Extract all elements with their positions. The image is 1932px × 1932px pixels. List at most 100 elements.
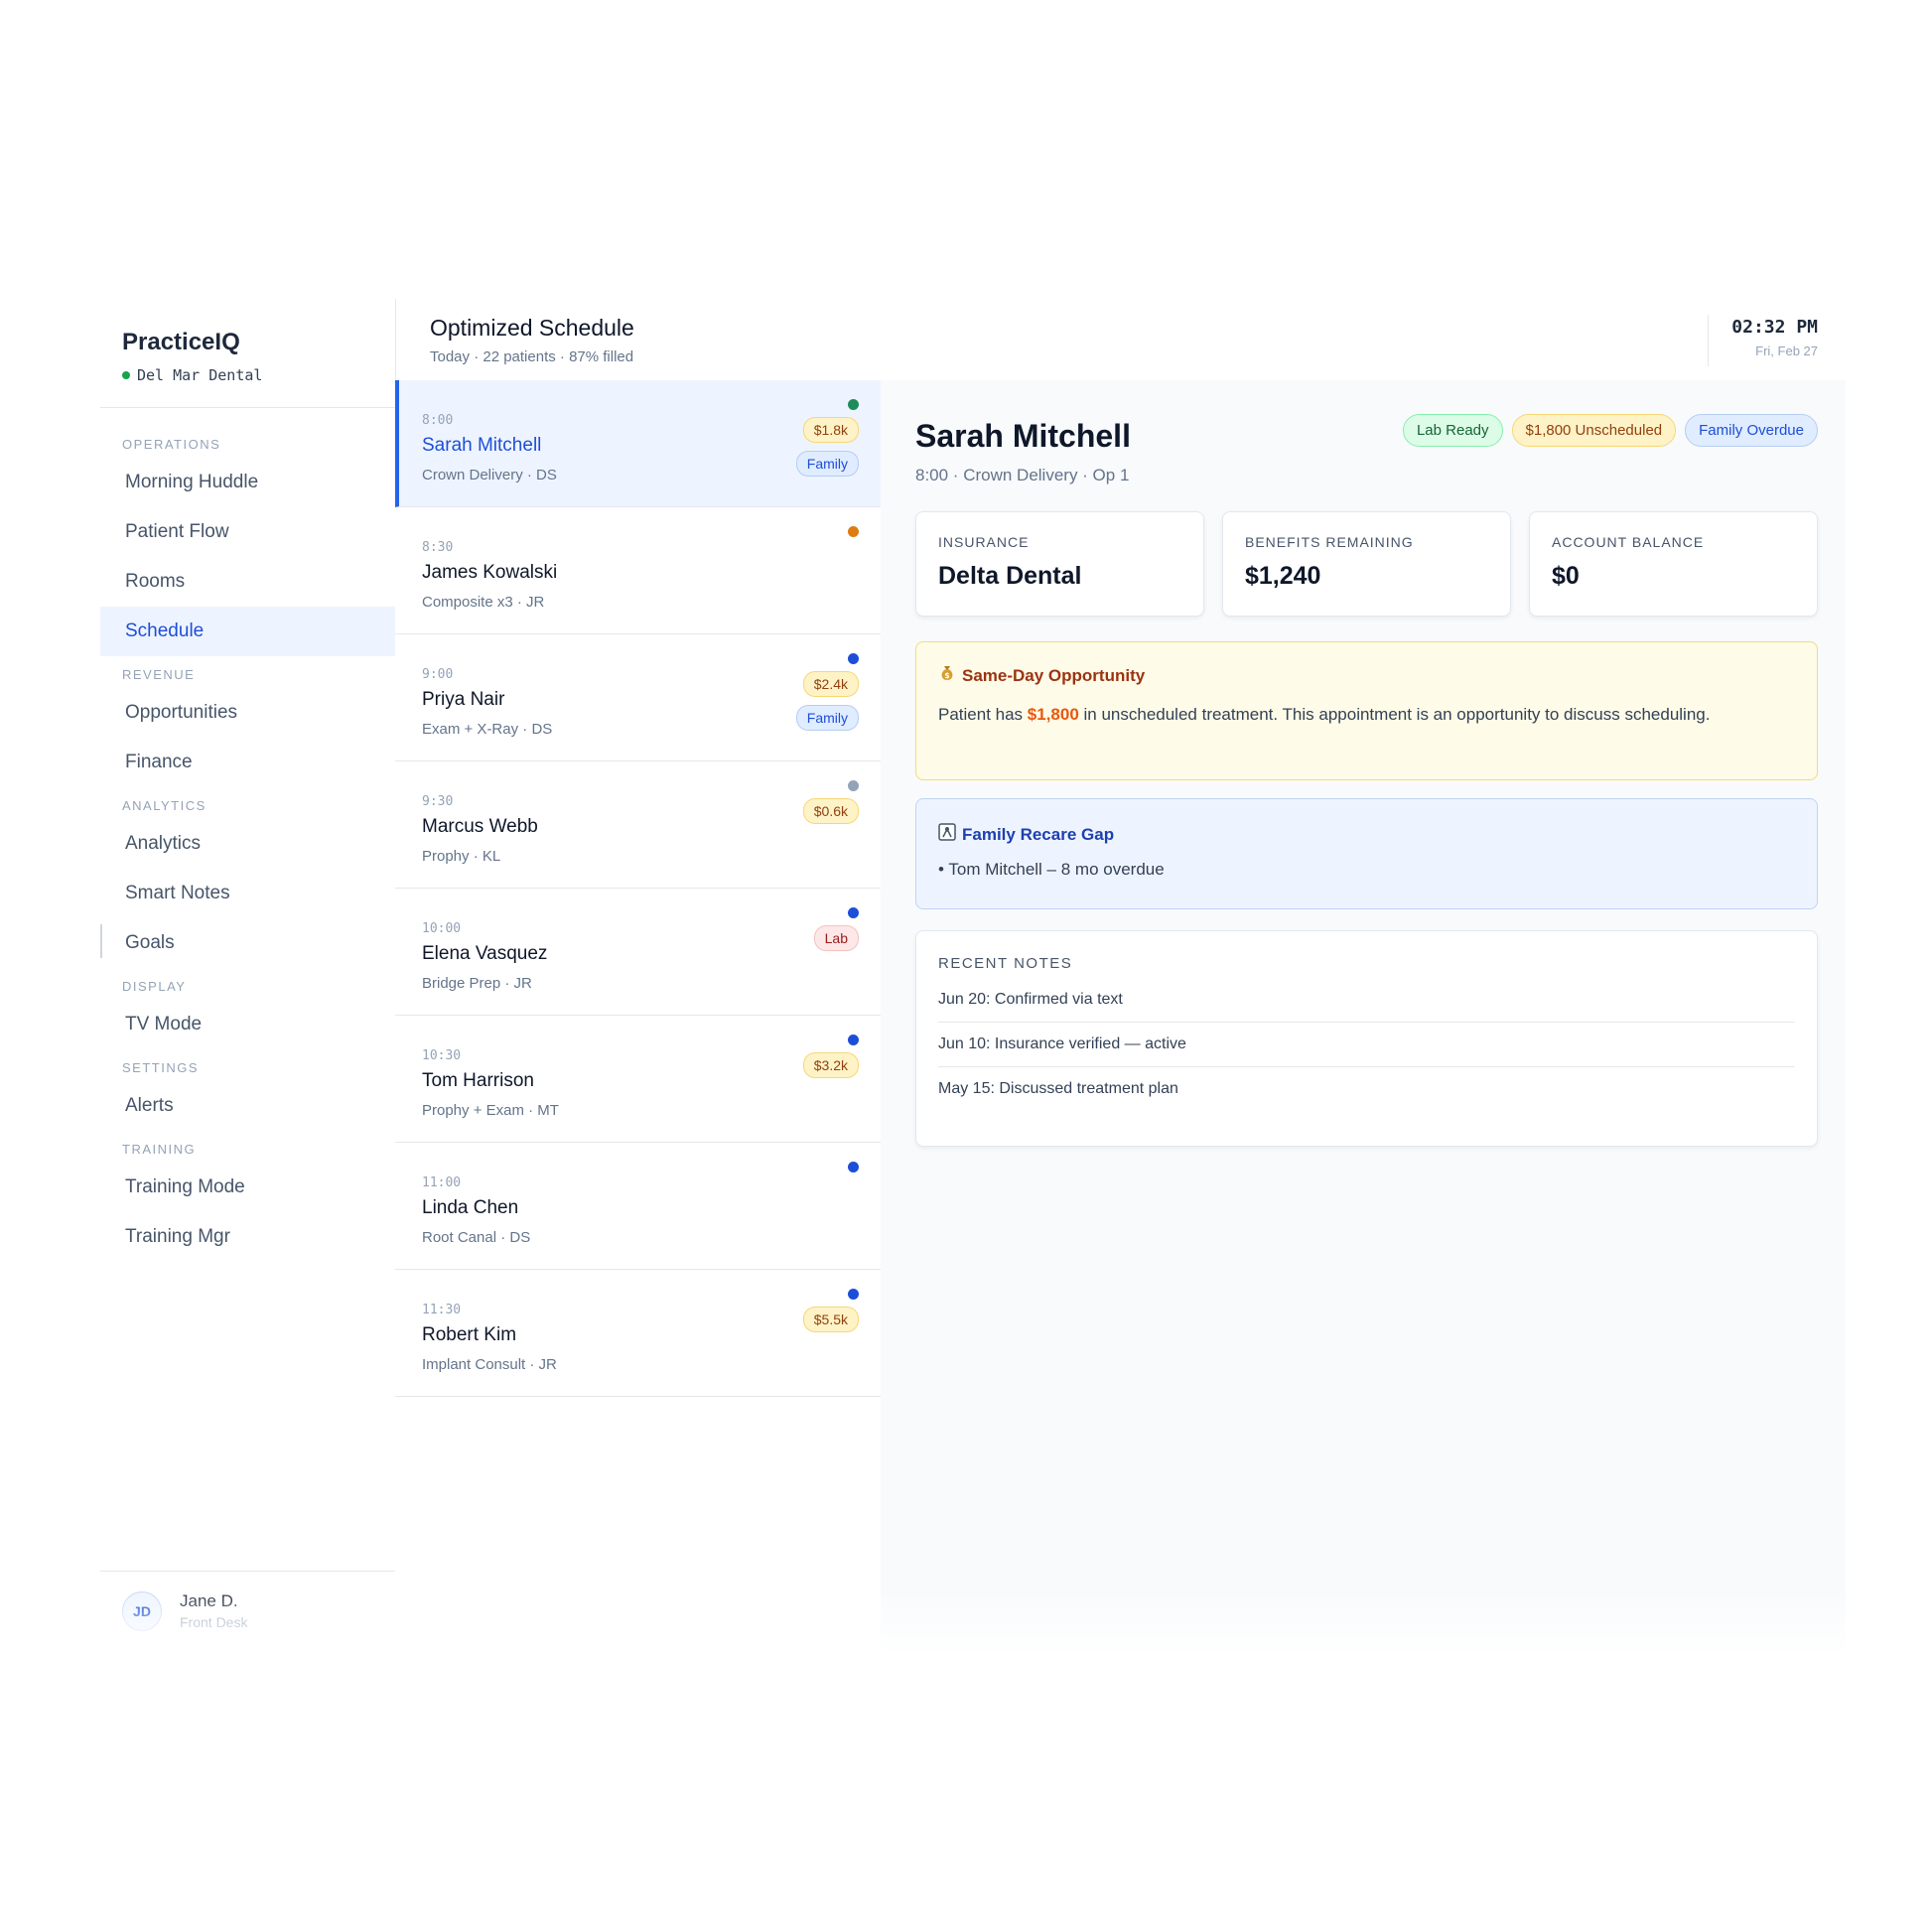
opportunity-body: Patient has $1,800 in unscheduled treatm… xyxy=(938,700,1772,729)
nav-section-revenue: REVENUE xyxy=(122,667,196,682)
page-title: Optimized Schedule xyxy=(430,315,634,341)
unscheduled-amount: $1,800 xyxy=(1027,705,1079,724)
recent-notes-panel: RECENT NOTES Jun 20: Confirmed via text J… xyxy=(915,930,1818,1147)
sidebar-nav: OPERATIONS Morning Huddle Patient Flow Room… xyxy=(100,408,395,1262)
nav-section-display: DISPLAY xyxy=(122,979,187,994)
opportunity-title: $ Same-Day Opportunity xyxy=(938,664,1795,687)
page-subtitle: Today · 22 patients · 87% filled xyxy=(430,348,634,365)
status-dot-icon xyxy=(848,1035,859,1045)
card-value: $1,240 xyxy=(1245,562,1321,590)
sidebar-item-tv-mode[interactable]: TV Mode xyxy=(100,1000,395,1049)
patient-row-procedure: Crown Delivery · DS xyxy=(422,467,557,483)
user-info: Jane D. Front Desk xyxy=(180,1591,247,1630)
recare-item: • Tom Mitchell – 8 mo overdue xyxy=(938,860,1165,879)
status-dot-icon xyxy=(848,907,859,918)
clock-time: 02:32 PM xyxy=(1731,317,1818,338)
patient-row[interactable]: 11:00 Linda Chen Root Canal · DS xyxy=(395,1143,881,1270)
appointment-time: 9:30 xyxy=(422,794,454,809)
status-dot-icon xyxy=(848,526,859,537)
note-item: Jun 10: Insurance verified — active xyxy=(938,1023,1795,1067)
patient-row-procedure: Exam + X-Ray · DS xyxy=(422,721,553,738)
patient-row-name: James Kowalski xyxy=(422,562,558,583)
card-label: ACCOUNT BALANCE xyxy=(1552,534,1705,550)
user-profile[interactable]: JD Jane D. Front Desk xyxy=(100,1571,395,1650)
recare-title-text: Family Recare Gap xyxy=(962,824,1115,844)
opportunity-amount-badge: $5.5k xyxy=(802,1307,859,1332)
brand-name: PracticeIQ xyxy=(122,329,240,355)
sidebar-item-alerts[interactable]: Alerts xyxy=(100,1081,395,1131)
patient-detail: Sarah Mitchell 8:00 · Crown Delivery · O… xyxy=(881,380,1846,1650)
patient-row-name: Linda Chen xyxy=(422,1197,519,1218)
status-dot-icon xyxy=(848,399,859,410)
brand: PracticeIQ Del Mar Dental xyxy=(100,299,395,408)
tag-lab-ready[interactable]: Lab Ready xyxy=(1402,414,1503,447)
patient-row-procedure: Bridge Prep · JR xyxy=(422,975,532,992)
family-badge: Family xyxy=(795,705,859,731)
card-account-balance: ACCOUNT BALANCE $0 xyxy=(1529,511,1818,617)
patient-row[interactable]: 10:30 Tom Harrison Prophy + Exam · MT $3.2k xyxy=(395,1016,881,1143)
patient-row[interactable]: 8:00 Sarah Mitchell Crown Delivery · DS $1.… xyxy=(395,380,881,507)
patient-row[interactable]: 10:00 Elena Vasquez Bridge Prep · JR Lab xyxy=(395,889,881,1016)
status-dot-icon xyxy=(848,1289,859,1300)
opportunity-title-text: Same-Day Opportunity xyxy=(962,665,1146,685)
note-item: Jun 20: Confirmed via text xyxy=(938,978,1795,1023)
appointment-time: 11:30 xyxy=(422,1303,462,1317)
tag-1-800-unscheduled[interactable]: $1,800 Unscheduled xyxy=(1511,414,1677,447)
info-cards: INSURANCE Delta Dental BENEFITS REMAINING $… xyxy=(915,511,1818,617)
online-status-icon xyxy=(122,371,130,379)
opportunity-amount-badge: $3.2k xyxy=(802,1052,859,1078)
sidebar-item-schedule[interactable]: Schedule xyxy=(100,607,395,656)
patient-row-procedure: Prophy + Exam · MT xyxy=(422,1102,559,1119)
sidebar-item-training-mgr[interactable]: Training Mgr xyxy=(100,1212,395,1262)
status-dot-icon xyxy=(848,1162,859,1173)
patient-row[interactable]: 11:30 Robert Kim Implant Consult · JR $5.5k xyxy=(395,1270,881,1397)
practice-location-label: Del Mar Dental xyxy=(137,366,263,384)
opportunity-amount-badge: $1.8k xyxy=(802,417,859,443)
patient-row[interactable]: 9:00 Priya Nair Exam + X-Ray · DS $2.4k Fami… xyxy=(395,634,881,761)
card-benefits-remaining: BENEFITS REMAINING $1,240 xyxy=(1222,511,1511,617)
sidebar-item-morning-huddle[interactable]: Morning Huddle xyxy=(100,458,395,507)
notes-title: RECENT NOTES xyxy=(938,955,1073,972)
sidebar-resize-handle[interactable] xyxy=(100,924,102,958)
appointment-summary: 8:00 · Crown Delivery · Op 1 xyxy=(915,466,1130,484)
status-dot-icon xyxy=(848,780,859,791)
patient-row-name: Robert Kim xyxy=(422,1324,517,1345)
recare-title: Family Recare Gap xyxy=(938,823,1795,846)
family-badge: Family xyxy=(795,451,859,477)
patient-row[interactable]: 9:30 Marcus Webb Prophy · KL $0.6k xyxy=(395,761,881,889)
sidebar-item-smart-notes[interactable]: Smart Notes xyxy=(100,869,395,918)
patient-row-name: Marcus Webb xyxy=(422,816,538,837)
patient-row-name: Elena Vasquez xyxy=(422,943,548,964)
sidebar-item-training-mode[interactable]: Training Mode xyxy=(100,1163,395,1212)
appointment-time: 10:00 xyxy=(422,921,462,936)
patient-row-procedure: Composite x3 · JR xyxy=(422,594,545,611)
avatar: JD xyxy=(122,1590,162,1631)
sidebar-item-opportunities[interactable]: Opportunities xyxy=(100,688,395,738)
family-recare-panel: Family Recare Gap • Tom Mitchell – 8 mo … xyxy=(915,798,1818,909)
sidebar-item-rooms[interactable]: Rooms xyxy=(100,557,395,607)
card-value: Delta Dental xyxy=(938,562,1082,590)
status-tags: Lab Ready $1,800 Unscheduled Family Overdu… xyxy=(1402,414,1818,447)
tag-family-overdue[interactable]: Family Overdue xyxy=(1685,414,1818,447)
sidebar: PracticeIQ Del Mar Dental OPERATIONS Morn… xyxy=(100,299,396,1650)
appointment-time: 9:00 xyxy=(422,667,454,682)
lab-badge: Lab xyxy=(813,925,859,951)
appointment-time: 8:30 xyxy=(422,540,454,555)
sidebar-item-patient-flow[interactable]: Patient Flow xyxy=(100,507,395,557)
patient-row[interactable]: 8:30 James Kowalski Composite x3 · JR xyxy=(395,507,881,634)
same-day-opportunity-panel: $ Same-Day Opportunity Patient has $1,80… xyxy=(915,641,1818,780)
appointment-time: 10:30 xyxy=(422,1048,462,1063)
card-label: BENEFITS REMAINING xyxy=(1245,534,1414,550)
card-label: INSURANCE xyxy=(938,534,1030,550)
opportunity-amount-badge: $0.6k xyxy=(802,798,859,824)
patient-row-name: Sarah Mitchell xyxy=(422,435,542,456)
sidebar-item-goals[interactable]: Goals xyxy=(100,918,395,968)
nav-section-settings: SETTINGS xyxy=(122,1060,200,1075)
patient-name: Sarah Mitchell xyxy=(915,418,1131,454)
status-dot-icon xyxy=(848,653,859,664)
card-value: $0 xyxy=(1552,562,1580,590)
opportunity-amount-badge: $2.4k xyxy=(802,671,859,697)
sidebar-item-finance[interactable]: Finance xyxy=(100,738,395,787)
sidebar-item-analytics[interactable]: Analytics xyxy=(100,819,395,869)
patient-row-name: Priya Nair xyxy=(422,689,505,710)
